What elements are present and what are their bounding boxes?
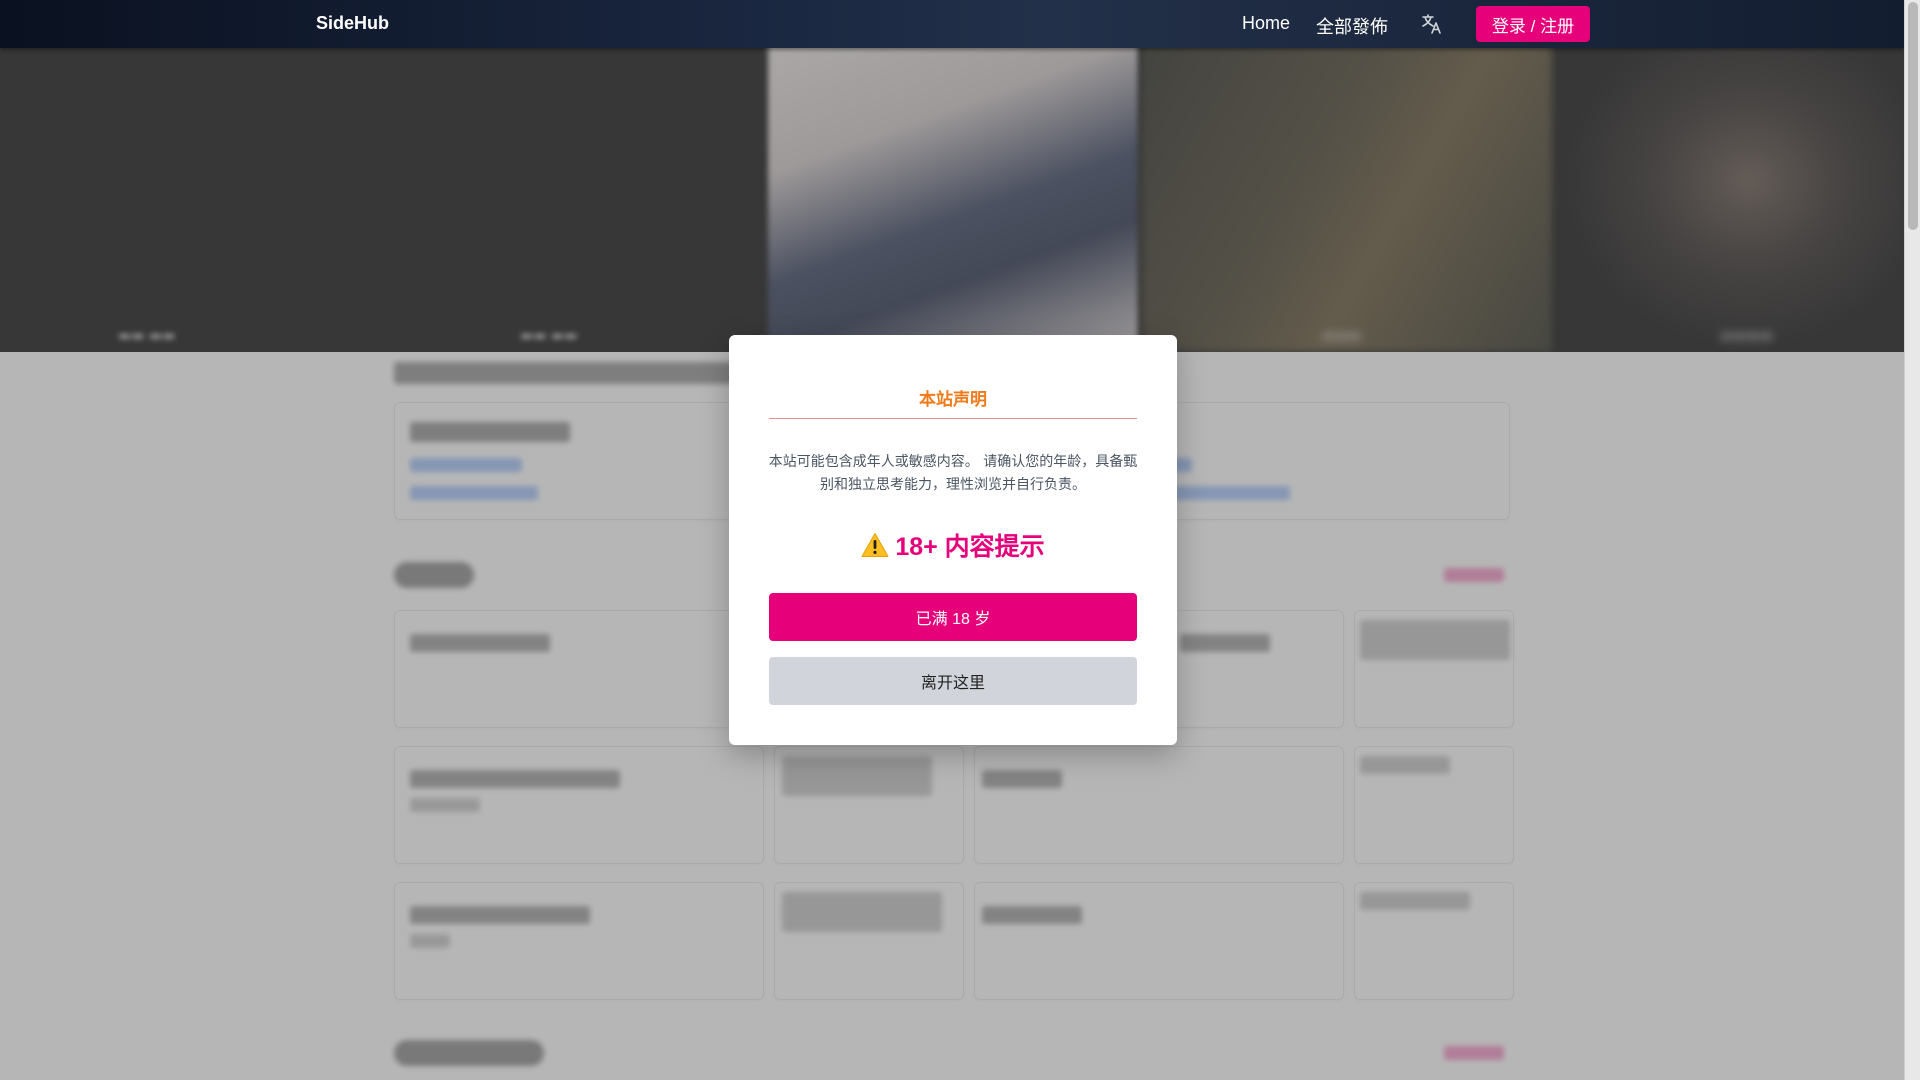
confirm-age-button[interactable]: 已满 18 岁: [769, 593, 1137, 641]
top-navbar: SideHub Home 全部發佈 登录 / 注册: [0, 0, 1904, 48]
brand-logo[interactable]: SideHub: [316, 13, 389, 34]
modal-title: 本站声明: [919, 390, 987, 410]
nav-link-home[interactable]: Home: [1242, 13, 1290, 34]
age-verification-modal: 本站声明 本站可能包含成年人或敏感内容。 请确认您的年龄，具备甄别和独立思考能力…: [729, 335, 1177, 745]
nav-link-all-posts[interactable]: 全部發佈: [1316, 13, 1388, 39]
scrollbar-thumb[interactable]: [1908, 2, 1918, 230]
leave-site-button[interactable]: 离开这里: [769, 657, 1137, 705]
page-scrollbar[interactable]: [1904, 0, 1920, 1080]
modal-body-text: 本站可能包含成年人或敏感内容。 请确认您的年龄，具备甄别和独立思考能力，理性浏览…: [768, 454, 1138, 493]
warning-icon: [861, 532, 889, 558]
content-warning: 18+ 内容提示: [769, 527, 1137, 563]
login-register-button[interactable]: 登录 / 注册: [1476, 6, 1590, 42]
warning-text: 18+ 内容提示: [895, 533, 1045, 561]
translate-icon[interactable]: [1420, 12, 1444, 36]
modal-header: 本站声明: [769, 377, 1137, 419]
